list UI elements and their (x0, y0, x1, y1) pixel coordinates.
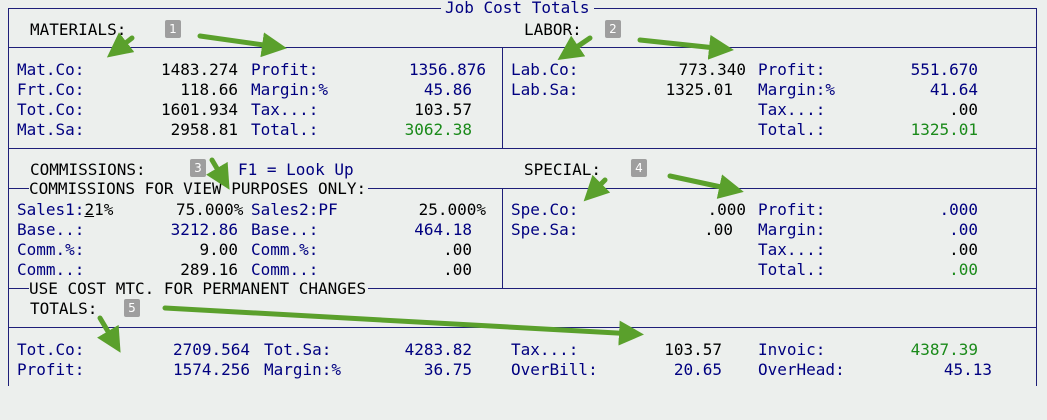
arrow-icon (667, 173, 744, 199)
annotation-arrows (97, 32, 744, 353)
arrow-icon (557, 35, 593, 61)
arrow-icon (106, 32, 135, 58)
arrow-icon (206, 157, 230, 190)
arrow-icon (637, 34, 734, 60)
arrow-icon (583, 174, 611, 202)
arrow-icon (162, 305, 644, 346)
status-area (0, 386, 1047, 420)
arrow-icon (97, 315, 121, 353)
arrow-icon (197, 32, 287, 58)
job-cost-totals-window: Job Cost Totals MATERIALS: 1 LABOR: 2 Ma… (0, 0, 1047, 420)
